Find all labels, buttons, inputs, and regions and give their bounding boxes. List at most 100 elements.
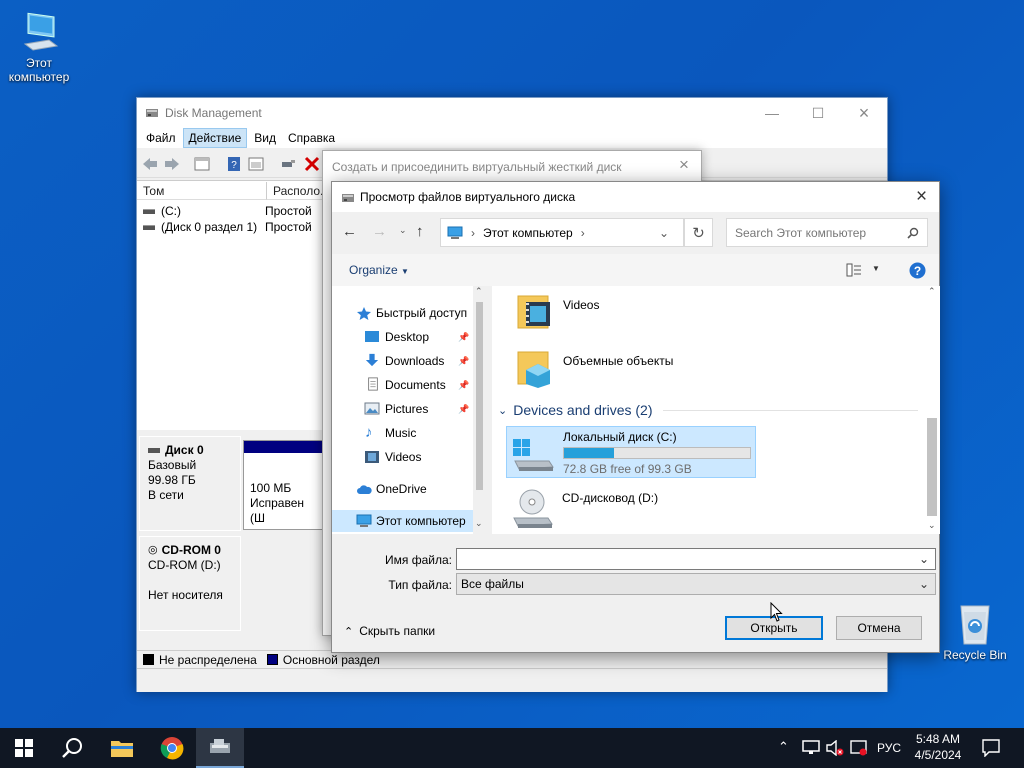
forward-icon[interactable] xyxy=(163,155,181,173)
maximize-button[interactable]: ☐ xyxy=(795,98,841,128)
connect-icon[interactable] xyxy=(279,155,297,173)
search-input[interactable]: Search Этот компьютер xyxy=(726,218,928,247)
delete-icon[interactable] xyxy=(303,155,321,173)
close-icon[interactable]: × xyxy=(916,186,927,208)
pictures-icon xyxy=(364,402,380,415)
nav-downloads[interactable]: Downloads 📌 xyxy=(332,350,482,372)
volume-row[interactable]: (Диск 0 раздел 1) Простой xyxy=(143,219,312,235)
cdrom-status: Нет носителя xyxy=(148,588,223,602)
language-indicator[interactable]: РУС xyxy=(877,741,901,755)
disk-type: Базовый xyxy=(148,458,197,472)
minimize-button[interactable]: — xyxy=(749,98,795,128)
taskbar-file-explorer[interactable] xyxy=(98,728,146,768)
dialog-footer: Имя файла: ⌄ Тип файла: Все файлы ⌄ ⌃ Ск… xyxy=(332,534,939,652)
nav-music[interactable]: ♪ Music xyxy=(332,422,482,444)
column-header-volume[interactable]: Том xyxy=(137,182,267,200)
column-header-layout[interactable]: Располо... xyxy=(267,182,330,200)
network-icon[interactable] xyxy=(802,740,820,756)
clock-date: 4/5/2024 xyxy=(914,748,962,762)
address-dropdown-icon[interactable]: ⌄ xyxy=(659,226,669,240)
nav-quick-access[interactable]: Быстрый доступ xyxy=(332,302,482,324)
scroll-up-icon[interactable]: ⌃ xyxy=(475,286,483,297)
folder-icon xyxy=(111,741,133,757)
scroll-thumb[interactable] xyxy=(476,302,483,490)
disk-0-label[interactable]: Диск 0 Базовый 99.98 ГБ В сети xyxy=(139,436,241,531)
dialog-title-bar: Просмотр файлов виртуального диска × xyxy=(332,182,939,212)
forward-arrow-icon[interactable]: → xyxy=(372,223,387,240)
filetype-label: Тип файла: xyxy=(388,578,452,592)
view-options-icon[interactable] xyxy=(846,263,862,277)
file-list: Videos Объемные объекты ⌄ Devices and dr… xyxy=(492,286,940,534)
notification-warning-icon[interactable] xyxy=(850,740,868,756)
folder-item-3d-objects[interactable]: Объемные объекты xyxy=(512,344,812,390)
view-dropdown-icon[interactable]: ▼ xyxy=(872,264,880,273)
properties-icon[interactable] xyxy=(193,155,211,173)
legend-swatch-primary xyxy=(266,654,278,665)
group-header-devices[interactable]: ⌄ Devices and drives (2) xyxy=(498,400,918,420)
volume-layout: Простой xyxy=(265,204,312,218)
scroll-down-icon[interactable]: ⌄ xyxy=(928,520,936,531)
desktop-folder-icon xyxy=(365,331,379,342)
nav-pictures[interactable]: Pictures 📌 xyxy=(332,398,482,420)
mouse-cursor-icon xyxy=(770,602,783,622)
volume-muted-icon[interactable] xyxy=(826,740,844,756)
help-icon[interactable]: ? xyxy=(909,262,926,279)
show-hidden-icons-icon[interactable]: ⌃ xyxy=(778,739,789,755)
breadcrumb-chevron-icon[interactable]: › xyxy=(581,226,585,240)
scroll-up-icon[interactable]: ⌃ xyxy=(928,286,936,297)
chevron-down-icon[interactable]: ⌄ xyxy=(919,552,929,566)
scroll-down-icon[interactable]: ⌄ xyxy=(475,518,483,529)
nav-label: Documents xyxy=(385,378,446,392)
taskbar-search-button[interactable] xyxy=(48,728,96,768)
document-icon xyxy=(368,377,378,391)
menu-view[interactable]: Вид xyxy=(249,129,281,147)
nav-scrollbar[interactable]: ⌃ ⌄ xyxy=(473,286,486,534)
folder-item-videos[interactable]: Videos xyxy=(512,288,812,334)
back-icon[interactable] xyxy=(141,155,159,173)
filename-input[interactable]: ⌄ xyxy=(456,548,936,570)
taskbar-chrome[interactable] xyxy=(148,728,196,768)
action-center-icon[interactable] xyxy=(982,739,1000,757)
back-arrow-icon[interactable]: ← xyxy=(342,223,357,240)
filetype-select[interactable]: Все файлы ⌄ xyxy=(456,573,936,595)
nav-this-pc[interactable]: Этот компьютер xyxy=(332,510,482,532)
scroll-thumb[interactable] xyxy=(927,418,937,516)
chevron-down-icon[interactable]: ⌄ xyxy=(919,577,929,591)
collapse-chevron-icon[interactable]: ⌄ xyxy=(498,404,507,417)
3d-objects-folder-icon xyxy=(517,351,550,388)
dialog-title: Создать и присоединить виртуальный жестк… xyxy=(332,160,622,174)
close-icon[interactable]: × xyxy=(679,155,689,175)
up-arrow-icon[interactable]: ↑ xyxy=(416,223,424,240)
drive-item-d[interactable]: CD-дисковод (D:) xyxy=(506,486,756,532)
menu-action[interactable]: Действие xyxy=(182,128,248,148)
menu-help[interactable]: Справка xyxy=(283,129,340,147)
desktop-icon-recycle-bin[interactable]: Recycle Bin xyxy=(938,602,1012,662)
nav-desktop[interactable]: Desktop 📌 xyxy=(332,326,482,348)
start-button[interactable] xyxy=(0,728,48,768)
cdrom-0-label[interactable]: ◎ CD-ROM 0 CD-ROM (D:) Нет носителя xyxy=(139,536,241,631)
nav-documents[interactable]: Documents 📌 xyxy=(332,374,482,396)
partition-system-reserved[interactable]: 100 МБ Исправен (Ш xyxy=(243,440,323,530)
view-icon[interactable] xyxy=(247,155,265,173)
breadcrumb-this-pc[interactable]: Этот компьютер xyxy=(483,226,573,240)
content-scrollbar[interactable]: ⌃ ⌄ xyxy=(925,286,939,534)
address-bar[interactable]: › Этот компьютер › ⌄ xyxy=(440,218,684,247)
organize-menu[interactable]: Organize ▼ xyxy=(349,263,409,277)
drive-item-c[interactable]: Локальный диск (C:) 72.8 GB free of 99.3… xyxy=(506,426,756,478)
nav-onedrive[interactable]: OneDrive xyxy=(332,478,482,500)
nav-videos[interactable]: Videos xyxy=(332,446,482,468)
close-button[interactable]: × xyxy=(841,98,887,128)
recent-locations-icon[interactable]: ⌄ xyxy=(399,225,407,236)
menu-file[interactable]: Файл xyxy=(141,129,181,147)
help-icon[interactable]: ? xyxy=(225,155,243,173)
volume-row[interactable]: (C:) Простой xyxy=(143,203,312,219)
refresh-button[interactable]: ↻ xyxy=(684,218,713,247)
clock[interactable]: 5:48 AM 4/5/2024 xyxy=(908,731,968,763)
hide-folders-toggle[interactable]: ⌃ Скрыть папки xyxy=(344,624,435,638)
desktop-icon-this-pc[interactable]: Этот компьютер xyxy=(2,10,76,84)
film-icon xyxy=(365,451,379,463)
taskbar: ⌃ РУС 5:48 AM 4/5/2024 xyxy=(0,728,1024,768)
hide-folders-label: Скрыть папки xyxy=(359,624,436,638)
cancel-button[interactable]: Отмена xyxy=(836,616,922,640)
taskbar-disk-management[interactable] xyxy=(196,728,244,768)
